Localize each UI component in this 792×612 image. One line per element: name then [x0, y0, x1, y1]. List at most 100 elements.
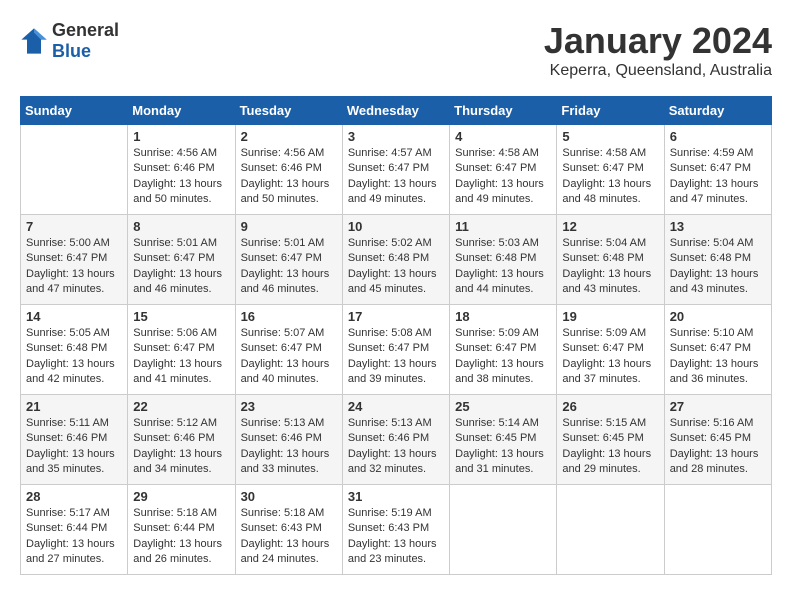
day-number: 5: [562, 129, 658, 144]
calendar-cell: 25 Sunrise: 5:14 AM Sunset: 6:45 PM Dayli…: [450, 395, 557, 485]
day-info: Sunrise: 5:10 AM Sunset: 6:47 PM Dayligh…: [670, 326, 766, 388]
day-number: 6: [670, 129, 766, 144]
calendar-cell: [21, 125, 128, 215]
calendar-cell: 9Sunrise: 5:01 AM Sunset: 6:47 PM Daylig…: [235, 215, 342, 305]
weekday-header-row: SundayMondayTuesdayWednesdayThursdayFrid…: [21, 97, 772, 125]
calendar-cell: 7 Sunrise: 5:00 AM Sunset: 6:47 PM Daylig…: [21, 215, 128, 305]
day-number: 7: [26, 219, 122, 234]
day-info: Sunrise: 5:04 AM Sunset: 6:48 PM Dayligh…: [562, 236, 658, 298]
calendar-cell: 19Sunrise: 5:09 AM Sunset: 6:47 PM Dayli…: [557, 305, 664, 395]
day-info: Sunrise: 5:12 AM Sunset: 6:46 PM Dayligh…: [133, 416, 229, 478]
day-number: 29: [133, 489, 229, 504]
calendar-cell: 2Sunrise: 4:56 AM Sunset: 6:46 PM Daylig…: [235, 125, 342, 215]
day-number: 16: [241, 309, 337, 324]
day-info: Sunrise: 5:18 AM Sunset: 6:44 PM Dayligh…: [133, 506, 229, 568]
calendar-cell: [664, 485, 771, 575]
calendar-cell: 20 Sunrise: 5:10 AM Sunset: 6:47 PM Dayli…: [664, 305, 771, 395]
day-number: 26: [562, 399, 658, 414]
day-number: 11: [455, 219, 551, 234]
day-info: Sunrise: 5:17 AM Sunset: 6:44 PM Dayligh…: [26, 506, 122, 568]
day-info: Sunrise: 5:07 AM Sunset: 6:47 PM Dayligh…: [241, 326, 337, 388]
week-row-2: 7 Sunrise: 5:00 AM Sunset: 6:47 PM Daylig…: [21, 215, 772, 305]
month-year-title: January 2024: [544, 20, 772, 62]
calendar-cell: [450, 485, 557, 575]
calendar-cell: 11 Sunrise: 5:03 AM Sunset: 6:48 PM Dayli…: [450, 215, 557, 305]
calendar-cell: 14 Sunrise: 5:05 AM Sunset: 6:48 PM Dayli…: [21, 305, 128, 395]
day-info: Sunrise: 5:11 AM Sunset: 6:46 PM Dayligh…: [26, 416, 122, 478]
day-number: 25: [455, 399, 551, 414]
day-number: 18: [455, 309, 551, 324]
calendar-cell: 31 Sunrise: 5:19 AM Sunset: 6:43 PM Dayli…: [342, 485, 449, 575]
day-number: 12: [562, 219, 658, 234]
day-number: 8: [133, 219, 229, 234]
calendar-cell: 29 Sunrise: 5:18 AM Sunset: 6:44 PM Dayli…: [128, 485, 235, 575]
day-info: Sunrise: 5:01 AM Sunset: 6:47 PM Dayligh…: [133, 236, 229, 298]
calendar-cell: 1 Sunrise: 4:56 AM Sunset: 6:46 PM Daylig…: [128, 125, 235, 215]
day-number: 27: [670, 399, 766, 414]
day-info: Sunrise: 4:59 AM Sunset: 6:47 PM Dayligh…: [670, 146, 766, 208]
weekday-header-friday: Friday: [557, 97, 664, 125]
day-info: Sunrise: 5:14 AM Sunset: 6:45 PM Dayligh…: [455, 416, 551, 478]
day-info: Sunrise: 5:15 AM Sunset: 6:45 PM Dayligh…: [562, 416, 658, 478]
day-number: 14: [26, 309, 122, 324]
day-number: 13: [670, 219, 766, 234]
day-number: 24: [348, 399, 444, 414]
day-number: 22: [133, 399, 229, 414]
day-number: 21: [26, 399, 122, 414]
title-block: January 2024 Keperra, Queensland, Austra…: [544, 20, 772, 80]
calendar-cell: 23Sunrise: 5:13 AM Sunset: 6:46 PM Dayli…: [235, 395, 342, 485]
day-info: Sunrise: 5:13 AM Sunset: 6:46 PM Dayligh…: [241, 416, 337, 478]
calendar-cell: 28 Sunrise: 5:17 AM Sunset: 6:44 PM Dayli…: [21, 485, 128, 575]
calendar-cell: 22 Sunrise: 5:12 AM Sunset: 6:46 PM Dayli…: [128, 395, 235, 485]
week-row-1: 1 Sunrise: 4:56 AM Sunset: 6:46 PM Daylig…: [21, 125, 772, 215]
calendar-cell: 12 Sunrise: 5:04 AM Sunset: 6:48 PM Dayli…: [557, 215, 664, 305]
calendar-cell: 17 Sunrise: 5:08 AM Sunset: 6:47 PM Dayli…: [342, 305, 449, 395]
day-info: Sunrise: 5:03 AM Sunset: 6:48 PM Dayligh…: [455, 236, 551, 298]
day-number: 20: [670, 309, 766, 324]
day-number: 15: [133, 309, 229, 324]
calendar-cell: 27Sunrise: 5:16 AM Sunset: 6:45 PM Dayli…: [664, 395, 771, 485]
day-info: Sunrise: 5:04 AM Sunset: 6:48 PM Dayligh…: [670, 236, 766, 298]
calendar-cell: 6 Sunrise: 4:59 AM Sunset: 6:47 PM Daylig…: [664, 125, 771, 215]
calendar-cell: 26 Sunrise: 5:15 AM Sunset: 6:45 PM Dayli…: [557, 395, 664, 485]
logo-text: General Blue: [52, 20, 119, 62]
day-info: Sunrise: 5:08 AM Sunset: 6:47 PM Dayligh…: [348, 326, 444, 388]
weekday-header-tuesday: Tuesday: [235, 97, 342, 125]
day-number: 30: [241, 489, 337, 504]
day-number: 10: [348, 219, 444, 234]
weekday-header-sunday: Sunday: [21, 97, 128, 125]
day-number: 28: [26, 489, 122, 504]
logo-icon: [20, 27, 48, 55]
weekday-header-thursday: Thursday: [450, 97, 557, 125]
calendar-cell: 13 Sunrise: 5:04 AM Sunset: 6:48 PM Dayli…: [664, 215, 771, 305]
weekday-header-saturday: Saturday: [664, 97, 771, 125]
day-number: 3: [348, 129, 444, 144]
week-row-5: 28 Sunrise: 5:17 AM Sunset: 6:44 PM Dayli…: [21, 485, 772, 575]
logo: General Blue: [20, 20, 119, 62]
calendar-cell: 30 Sunrise: 5:18 AM Sunset: 6:43 PM Dayli…: [235, 485, 342, 575]
day-number: 4: [455, 129, 551, 144]
day-info: Sunrise: 4:57 AM Sunset: 6:47 PM Dayligh…: [348, 146, 444, 208]
day-number: 17: [348, 309, 444, 324]
day-info: Sunrise: 5:05 AM Sunset: 6:48 PM Dayligh…: [26, 326, 122, 388]
day-info: Sunrise: 5:19 AM Sunset: 6:43 PM Dayligh…: [348, 506, 444, 568]
day-info: Sunrise: 4:56 AM Sunset: 6:46 PM Dayligh…: [241, 146, 337, 208]
calendar-cell: 3 Sunrise: 4:57 AM Sunset: 6:47 PM Daylig…: [342, 125, 449, 215]
calendar-cell: 5Sunrise: 4:58 AM Sunset: 6:47 PM Daylig…: [557, 125, 664, 215]
page-header: General Blue January 2024 Keperra, Queen…: [20, 20, 772, 80]
calendar-cell: 24 Sunrise: 5:13 AM Sunset: 6:46 PM Dayli…: [342, 395, 449, 485]
day-info: Sunrise: 5:00 AM Sunset: 6:47 PM Dayligh…: [26, 236, 122, 298]
calendar-cell: 18 Sunrise: 5:09 AM Sunset: 6:47 PM Dayli…: [450, 305, 557, 395]
day-number: 1: [133, 129, 229, 144]
week-row-3: 14 Sunrise: 5:05 AM Sunset: 6:48 PM Dayli…: [21, 305, 772, 395]
day-info: Sunrise: 5:09 AM Sunset: 6:47 PM Dayligh…: [455, 326, 551, 388]
day-info: Sunrise: 4:58 AM Sunset: 6:47 PM Dayligh…: [455, 146, 551, 208]
day-info: Sunrise: 5:06 AM Sunset: 6:47 PM Dayligh…: [133, 326, 229, 388]
day-number: 31: [348, 489, 444, 504]
day-info: Sunrise: 5:18 AM Sunset: 6:43 PM Dayligh…: [241, 506, 337, 568]
week-row-4: 21 Sunrise: 5:11 AM Sunset: 6:46 PM Dayli…: [21, 395, 772, 485]
day-info: Sunrise: 4:56 AM Sunset: 6:46 PM Dayligh…: [133, 146, 229, 208]
location-subtitle: Keperra, Queensland, Australia: [544, 62, 772, 80]
day-info: Sunrise: 5:13 AM Sunset: 6:46 PM Dayligh…: [348, 416, 444, 478]
calendar-cell: 8 Sunrise: 5:01 AM Sunset: 6:47 PM Daylig…: [128, 215, 235, 305]
